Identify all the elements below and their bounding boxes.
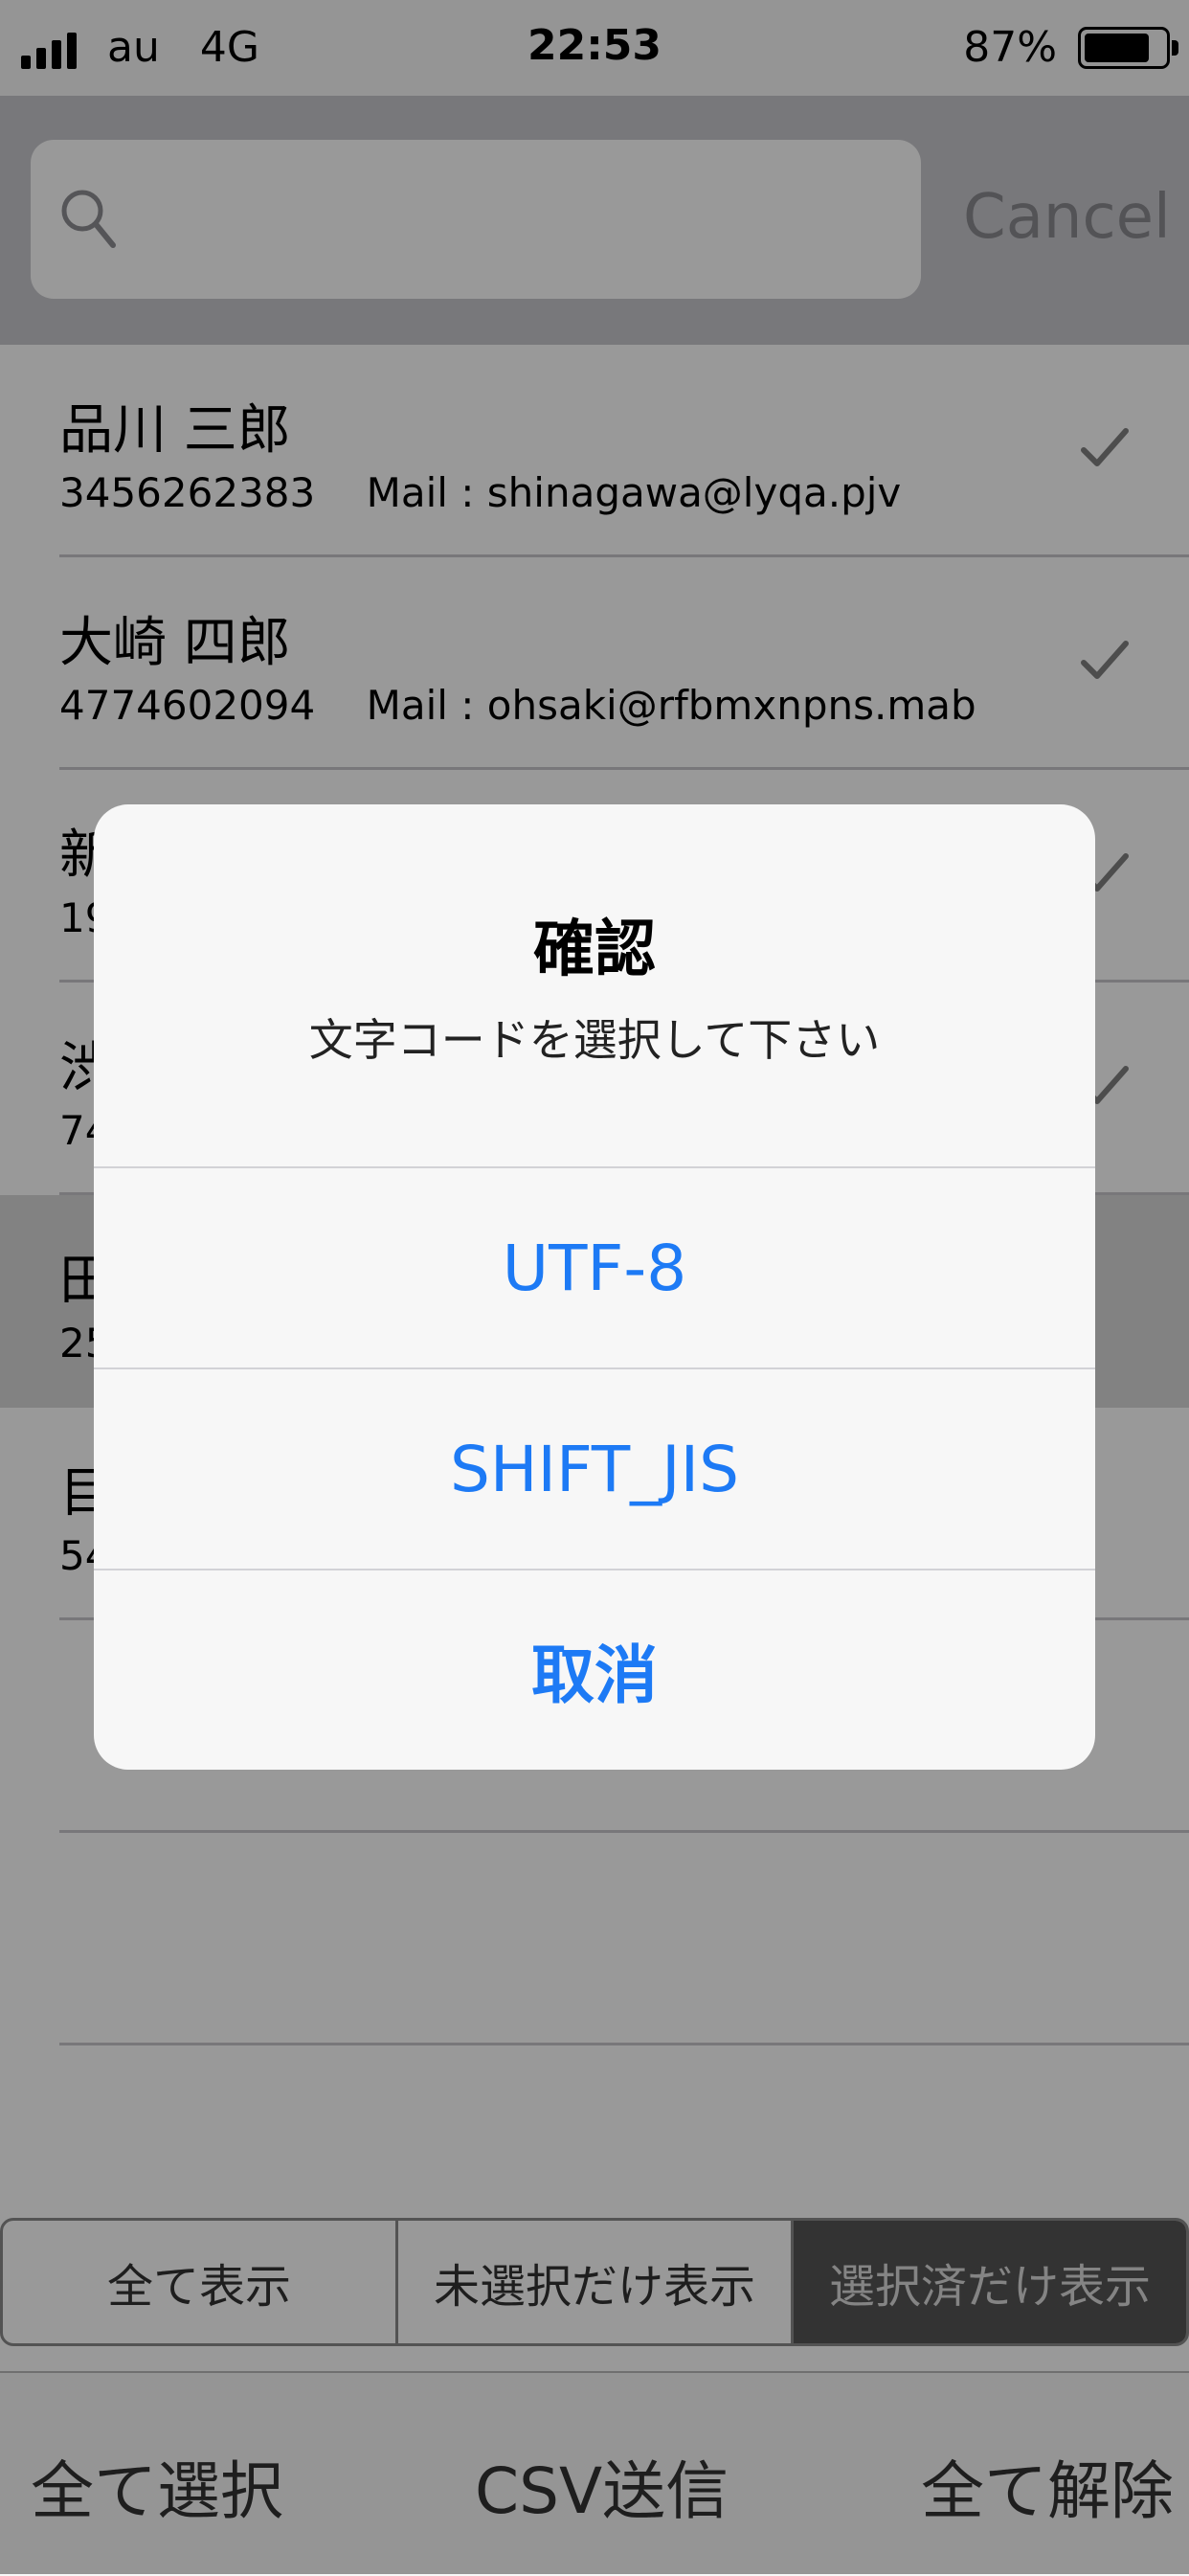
- shift-jis-button[interactable]: SHIFT_JIS: [94, 1367, 1095, 1569]
- alert-cancel-button[interactable]: 取消: [94, 1569, 1095, 1770]
- confirm-alert: 確認 文字コードを選択して下さい UTF-8 SHIFT_JIS 取消: [94, 804, 1095, 1770]
- utf8-button[interactable]: UTF-8: [94, 1166, 1095, 1367]
- alert-title: 確認: [533, 915, 656, 985]
- alert-message: 文字コードを選択して下さい: [308, 1014, 881, 1066]
